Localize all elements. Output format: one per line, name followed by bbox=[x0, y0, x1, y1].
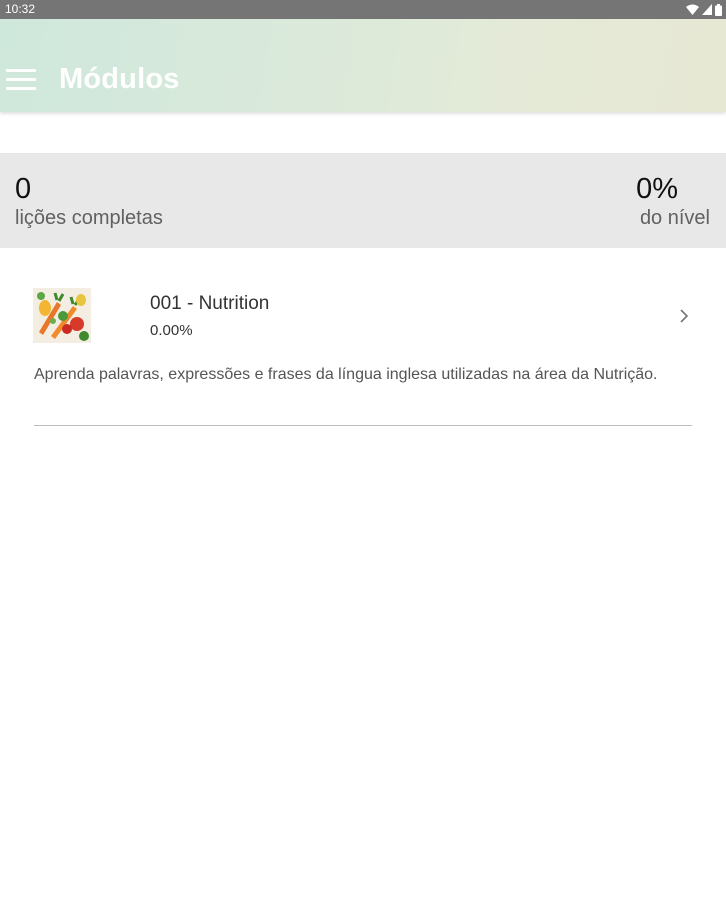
wifi-icon bbox=[686, 4, 699, 15]
hamburger-menu-icon[interactable] bbox=[6, 69, 36, 93]
status-bar: 10:32 bbox=[0, 0, 726, 19]
battery-icon bbox=[715, 3, 722, 16]
status-time: 10:32 bbox=[5, 2, 36, 16]
lessons-completed-count: 0 bbox=[15, 173, 32, 205]
module-list-item[interactable]: 001 - Nutrition 0.00% Aprenda palavras, … bbox=[0, 270, 726, 426]
stats-summary: 0 lições completas 0% do nível bbox=[0, 153, 726, 248]
lessons-completed-label: lições completas bbox=[15, 207, 163, 229]
module-description: Aprenda palavras, expressões e frases da… bbox=[34, 366, 658, 383]
page-title: Módulos bbox=[59, 63, 180, 95]
app-bar: Módulos bbox=[0, 19, 726, 112]
status-icons bbox=[686, 3, 722, 16]
chevron-right-icon[interactable] bbox=[677, 306, 691, 326]
module-title: 001 - Nutrition bbox=[150, 293, 270, 314]
level-percent-label: do nível bbox=[639, 207, 710, 229]
vegetables-image bbox=[33, 288, 91, 343]
signal-icon bbox=[702, 4, 712, 15]
level-percent-value: 0% bbox=[636, 173, 678, 205]
module-progress: 0.00% bbox=[150, 322, 193, 339]
divider bbox=[34, 425, 692, 426]
